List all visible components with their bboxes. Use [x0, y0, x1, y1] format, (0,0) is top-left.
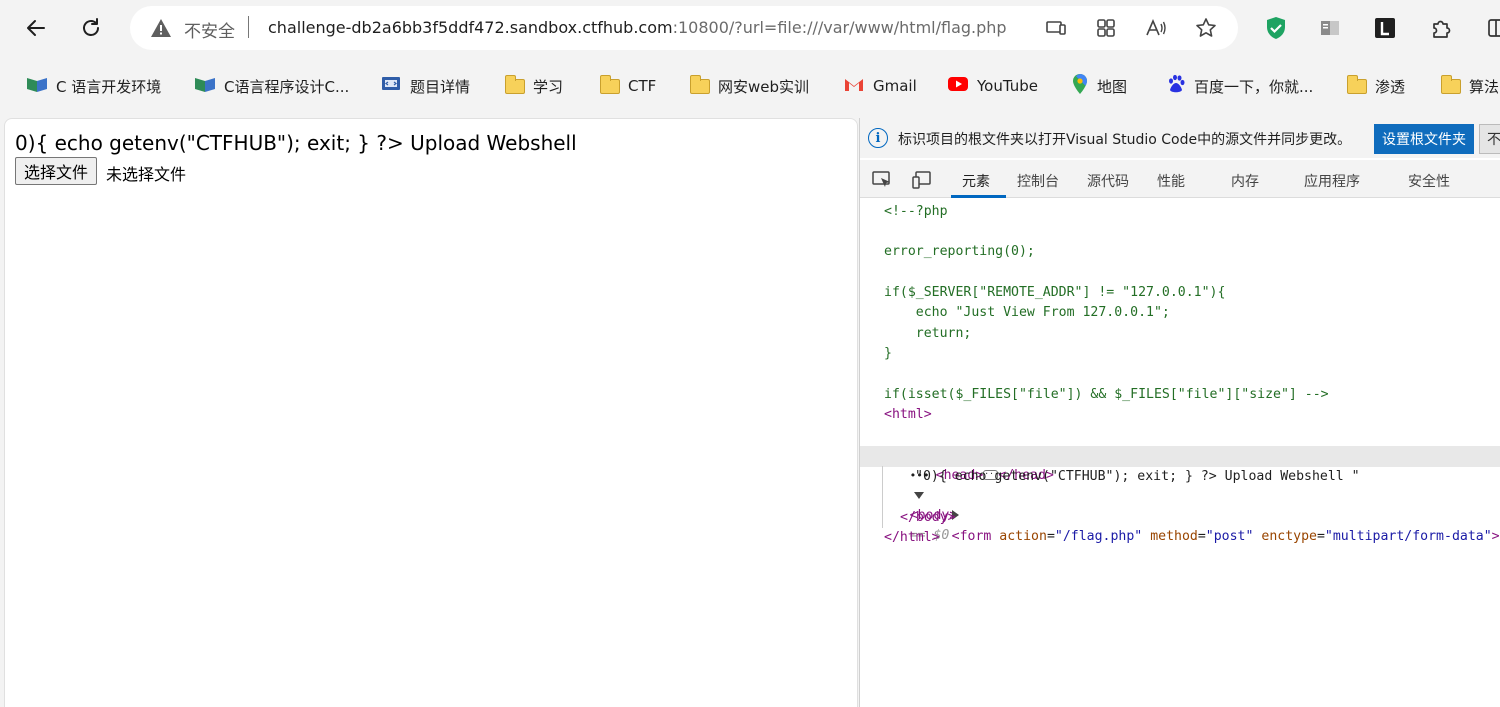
attr-value: "multipart/form-data" — [1324, 529, 1492, 544]
attr-name: method — [1150, 529, 1198, 544]
bookmark-maps[interactable]: 地图 — [1071, 68, 1127, 104]
attr-value: "post" — [1205, 529, 1254, 544]
attr-name: enctype — [1261, 529, 1317, 544]
l-extension-icon[interactable] — [1371, 14, 1399, 42]
url-separator — [248, 16, 249, 38]
bookmark-youtube[interactable]: YouTube — [947, 68, 1038, 104]
bookmark-label: 算法 — [1469, 77, 1500, 96]
tab-console[interactable]: 控制台 — [1017, 171, 1059, 191]
tree-indent-guide — [882, 466, 883, 528]
bookmark-label: 百度一下，你就... — [1194, 77, 1314, 96]
folder-icon — [689, 74, 710, 94]
favorite-star-icon[interactable] — [1194, 16, 1218, 40]
puzzle-extensions-icon[interactable] — [1427, 14, 1455, 42]
bookmark-folder-web-training[interactable]: 网安web实训 — [689, 68, 810, 104]
tab-application[interactable]: 应用程序 — [1304, 171, 1360, 191]
browser-toolbar: 不安全 challenge-db2a6bb3f5ddf472.sandbox.c… — [0, 0, 1500, 56]
url-host: challenge-db2a6bb3f5ddf472.sandbox.ctfhu… — [268, 18, 673, 37]
folder-icon — [1346, 74, 1367, 94]
bookmark-label: C语言程序设计C... — [224, 77, 350, 96]
folder-icon — [599, 74, 620, 94]
bookmark-folder-algorithm[interactable]: 算法 — [1440, 68, 1500, 104]
body-node[interactable]: ••• <body> == $0 — [862, 446, 958, 543]
page-viewport: 0){ echo getenv("CTFHUB"); exit; } ?> Up… — [4, 118, 858, 707]
bookmark-label: 题目详情 — [410, 77, 471, 96]
bookmark-label: 渗透 — [1375, 77, 1406, 96]
folder-icon — [504, 74, 525, 94]
code-line: <!--?php — [884, 204, 948, 219]
code-line: return; — [884, 326, 972, 341]
form-tag-end: > — [1491, 529, 1500, 544]
active-tab-indicator — [951, 195, 1006, 198]
refresh-icon[interactable] — [75, 12, 107, 44]
split-screen-icon[interactable] — [1482, 14, 1500, 42]
warning-icon[interactable] — [150, 18, 172, 42]
shield-extension-icon[interactable] — [1262, 14, 1290, 42]
devtools-panel: i 标识项目的根文件夹以打开Visual Studio Code中的源文件并同步… — [859, 118, 1500, 707]
bookmark-label: 地图 — [1097, 77, 1128, 96]
address-bar[interactable]: 不安全 challenge-db2a6bb3f5ddf472.sandbox.c… — [130, 6, 1238, 50]
youtube-icon — [947, 76, 969, 96]
attr-value: "/flag.php" — [1054, 529, 1143, 544]
form-node[interactable]: <form action="/flag.php" method="post" e… — [904, 487, 1500, 544]
bookmark-folder-pentest[interactable]: 渗透 — [1346, 68, 1406, 104]
url-path: :10800/?url=file:///var/www/html/flag.ph… — [672, 18, 1007, 37]
code-line: } — [884, 346, 892, 361]
tab-sources[interactable]: 源代码 — [1087, 171, 1129, 191]
html-close-tag[interactable]: </html> — [884, 528, 940, 548]
bookmark-folder-study[interactable]: 学习 — [504, 68, 564, 104]
bookmark-c-programming[interactable]: C语言程序设计C... — [194, 68, 349, 104]
device-icon[interactable] — [1044, 16, 1068, 40]
code-line: if($_SERVER["REMOTE_ADDR"] != "127.0.0.1… — [884, 285, 1226, 300]
bookmark-label: Gmail — [873, 77, 917, 95]
tab-security[interactable]: 安全性 — [1408, 171, 1450, 191]
gmail-icon — [843, 76, 865, 96]
bookmark-gmail[interactable]: Gmail — [843, 68, 917, 104]
back-icon[interactable] — [20, 12, 52, 44]
info-icon: i — [868, 128, 888, 148]
bookmark-baidu[interactable]: 百度一下，你就... — [1166, 68, 1313, 104]
infobar-message: 标识项目的根文件夹以打开Visual Studio Code中的源文件并同步更改… — [898, 132, 1352, 148]
folder-icon — [1440, 74, 1461, 94]
bookmark-c-dev-env[interactable]: C 语言开发环境 — [26, 68, 161, 104]
form-open-tag: <form — [951, 529, 992, 544]
head-node[interactable]: <head>···</head> — [888, 426, 1054, 483]
code-line: echo "Just View From 127.0.0.1"; — [884, 305, 1170, 320]
tab-elements[interactable]: 元素 — [962, 171, 990, 191]
body-text-node[interactable]: "0){ echo getenv("CTFHUB"); exit; } ?> U… — [915, 467, 1360, 487]
code-line: if(isset($_FILES["file"]) && $_FILES["fi… — [884, 387, 1329, 402]
code-line: error_reporting(0); — [884, 244, 1035, 259]
bookmark-label: YouTube — [977, 77, 1038, 95]
page-text: 0){ echo getenv("CTFHUB"); exit; } ?> Up… — [15, 131, 577, 155]
bookmark-label: 网安web实训 — [718, 77, 810, 96]
attr-name: action — [999, 529, 1047, 544]
bookmark-label: CTF — [628, 77, 657, 95]
body-close-tag[interactable]: </body> — [900, 508, 956, 528]
baidu-paw-icon — [1166, 74, 1186, 98]
insecure-label[interactable]: 不安全 — [184, 17, 235, 42]
book-icon — [26, 75, 48, 97]
bookmarks-bar: C 语言开发环境 C语言程序设计C... 题目详情 学习 CTF 网安web实训… — [0, 68, 1500, 104]
url-text[interactable]: challenge-db2a6bb3f5ddf472.sandbox.ctfhu… — [268, 18, 1007, 37]
apps-icon[interactable] — [1094, 16, 1118, 40]
maps-pin-icon — [1071, 73, 1089, 99]
choose-file-button[interactable]: 选择文件 — [15, 157, 98, 185]
bookmark-label: 学习 — [533, 77, 564, 96]
book-extension-icon[interactable] — [1316, 14, 1344, 42]
devtools-infobar: i 标识项目的根文件夹以打开Visual Studio Code中的源文件并同步… — [860, 118, 1500, 158]
read-aloud-icon[interactable] — [1144, 16, 1168, 40]
bookmark-problem-detail[interactable]: 题目详情 — [380, 68, 470, 104]
no-file-chosen-label: 未选择文件 — [106, 165, 187, 184]
book-icon — [194, 75, 216, 97]
tab-performance[interactable]: 性能 — [1157, 171, 1185, 191]
never-show-button[interactable]: 不再 — [1479, 124, 1500, 154]
inspect-element-icon[interactable] — [869, 168, 895, 192]
device-emulation-icon[interactable] — [909, 168, 935, 192]
bookmark-folder-ctf[interactable]: CTF — [599, 68, 657, 104]
html-open-tag[interactable]: <html> — [884, 405, 932, 425]
set-root-folder-button[interactable]: 设置根文件夹 — [1374, 124, 1474, 154]
page-icon — [380, 75, 402, 97]
tab-memory[interactable]: 内存 — [1231, 171, 1259, 191]
bookmark-label: C 语言开发环境 — [56, 77, 162, 96]
